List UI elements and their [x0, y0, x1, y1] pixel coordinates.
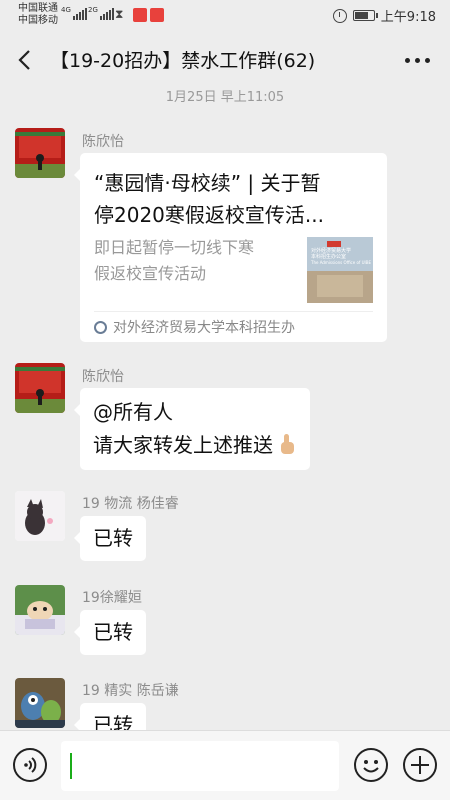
- message-line-2: 请大家转发上述推送: [93, 433, 273, 457]
- text-cursor: [70, 753, 72, 779]
- text-bubble[interactable]: 已转: [74, 703, 146, 730]
- link-body: 即日起暂停一切线下寒 假返校宣传活动 对外经济贸易大学 本科招生办公室 The …: [94, 235, 373, 311]
- status-bar: 中国联通 中国移动 4G 2G ⧗ 上午9:18: [0, 0, 450, 32]
- message-text: 已转: [93, 713, 133, 730]
- chat-timestamp: 1月25日 早上11:05: [165, 90, 285, 105]
- status-right: 上午9:18: [332, 6, 436, 25]
- sender-name: 19 精实 陈岳谦: [82, 683, 179, 699]
- link-desc-line-1: 即日起暂停一切线下寒: [94, 238, 255, 257]
- avatar[interactable]: [15, 491, 65, 541]
- plus-icon[interactable]: [403, 748, 437, 782]
- hourglass-icon: ⧗: [115, 7, 124, 21]
- input-bar: [0, 730, 450, 800]
- status-time: 上午9:18: [380, 10, 436, 25]
- sender-name: 19徐耀姮: [82, 590, 142, 606]
- avatar[interactable]: [15, 363, 65, 413]
- text-bubble[interactable]: 已转: [74, 516, 146, 561]
- link-card-bubble[interactable]: “惠园情·母校续” | 关于暂 停2020寒假返校宣传活... 即日起暂停一切线…: [74, 153, 387, 342]
- avatar[interactable]: [15, 585, 65, 635]
- alarm-icon: [332, 8, 347, 23]
- back-arrow-icon[interactable]: [16, 48, 36, 72]
- carrier-labels: 中国联通 中国移动: [18, 3, 58, 27]
- sender-name: 陈欣怡: [82, 369, 124, 385]
- official-account-icon: [94, 320, 107, 334]
- message-text: 已转: [93, 620, 133, 644]
- chat-header: 【19-20招办】禁水工作群(62): [0, 32, 450, 88]
- app-notification-icon: [133, 8, 147, 22]
- chat-list[interactable]: 1月25日 早上11:05 陈欣怡 “惠园情·母校续” | 关于暂 停2020寒…: [0, 88, 450, 730]
- avatar[interactable]: [15, 678, 65, 728]
- voice-icon[interactable]: [13, 748, 47, 782]
- message-line-1: @所有人: [93, 400, 173, 424]
- link-title-line-1: “惠园情·母校续” | 关于暂: [94, 171, 321, 195]
- sender-name: 陈欣怡: [82, 134, 124, 150]
- signal-2-icon: 2G: [88, 7, 114, 20]
- pointing-hand-emoji-icon: [277, 432, 297, 454]
- text-bubble[interactable]: @所有人 请大家转发上述推送: [74, 388, 310, 470]
- thumb-text-3: The Admissions Office of UIBE: [311, 260, 371, 265]
- more-dots-icon[interactable]: [405, 58, 430, 63]
- signal-1-icon: 4G: [61, 7, 87, 20]
- emoji-icon[interactable]: [354, 748, 388, 782]
- link-thumbnail: 对外经济贸易大学 本科招生办公室 The Admissions Office o…: [307, 237, 373, 303]
- message-text: 已转: [93, 526, 133, 550]
- text-bubble[interactable]: 已转: [74, 610, 146, 655]
- app-notification-icon-2: [150, 8, 164, 22]
- message-line-2-wrap: 请大家转发上述推送: [93, 429, 297, 462]
- link-source: 对外经济贸易大学本科招生办: [94, 312, 373, 342]
- network-type-2: 2G: [88, 6, 98, 14]
- link-title-line-2: 停2020寒假返校宣传活...: [94, 203, 324, 227]
- chat-title: 【19-20招办】禁水工作群(62): [50, 50, 316, 72]
- avatar[interactable]: [15, 128, 65, 178]
- message-input[interactable]: [61, 741, 339, 791]
- link-source-name: 对外经济贸易大学本科招生办: [113, 320, 295, 336]
- carrier-2: 中国移动: [18, 15, 58, 26]
- sender-name: 19 物流 杨佳睿: [82, 496, 179, 512]
- network-type-1: 4G: [61, 6, 71, 14]
- battery-icon: [352, 10, 378, 21]
- carrier-1: 中国联通: [18, 3, 58, 14]
- link-desc-line-2: 假返校宣传活动: [94, 264, 207, 283]
